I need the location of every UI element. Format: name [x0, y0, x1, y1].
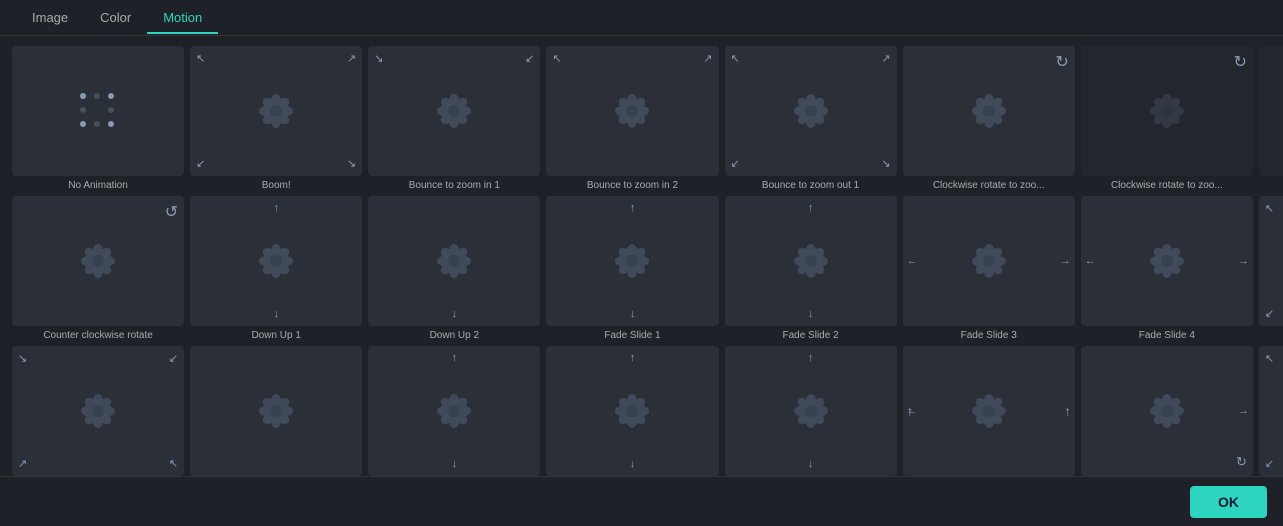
animation-item-boom[interactable]: ↖↗↙↘ Boom!	[190, 46, 362, 190]
animation-item-cw-rotate-zoo-2[interactable]: ↻ Clockwise rotate to zoo...	[1081, 46, 1253, 190]
animation-item-down-up-2[interactable]: ↓ Down Up 2	[368, 196, 540, 340]
animation-label: Clockwise rotate to zoo...	[1081, 180, 1253, 190]
animation-item-fade-slide-1[interactable]: ↑↓ Fade Slide 1	[546, 196, 718, 340]
animation-label: Fade Slide 3	[903, 330, 1075, 340]
tabs-bar: Image Color Motion	[0, 0, 1283, 36]
animation-item-grow-shrink[interactable]: ↖↗↙↘ Grow Shrink	[1259, 346, 1283, 476]
animation-item-cw-rotate-zoo-1[interactable]: ↻ Clockwise rotate to zoo...	[903, 46, 1075, 190]
animation-item-flip-up2[interactable]: ←↑↑ Flip Up2	[903, 346, 1075, 476]
tab-image[interactable]: Image	[16, 2, 84, 33]
animation-item-fade-slide-3[interactable]: ←→ Fade Slide 3	[903, 196, 1075, 340]
animation-item-bounce-zoom-out-1[interactable]: ↖↗↙↘ Bounce to zoom out 1	[725, 46, 897, 190]
animation-label: No Animation	[12, 180, 184, 190]
animation-label: Bounce to zoom out 1	[725, 180, 897, 190]
animation-label: Fade Zoom In	[1259, 330, 1283, 340]
animation-item-fade-slide-2[interactable]: ↑↓ Fade Slide 2	[725, 196, 897, 340]
animation-item-fade2[interactable]: Fade2	[190, 346, 362, 476]
animation-label: Down Up 2	[368, 330, 540, 340]
animation-label: Clockwise rotate to zoo...	[903, 180, 1075, 190]
animation-label: Fade Slide 2	[725, 330, 897, 340]
animation-item-down-up-1[interactable]: ↑↓ Down Up 1	[190, 196, 362, 340]
bottom-bar: OK	[0, 476, 1283, 526]
animation-item-bounce-zoom-in-1[interactable]: ↘↙ Bounce to zoom in 1	[368, 46, 540, 190]
animation-label: Bounce to zoom in 1	[368, 180, 540, 190]
animation-item-fade-zoom-out[interactable]: ↘↙↗↖ Fade Zoom Out	[12, 346, 184, 476]
animation-item-fly-zoom-in[interactable]: →↻ Fly to zoom in	[1081, 346, 1253, 476]
ok-button[interactable]: OK	[1190, 486, 1267, 518]
animation-item-fade-zoom-in[interactable]: ↖↗↙↘ Fade Zoom In	[1259, 196, 1283, 340]
animation-item-flip-down1[interactable]: ↑↓ Flip Down1	[368, 346, 540, 476]
animation-item-no-animation[interactable]: No Animation	[12, 46, 184, 190]
animation-label: Counter clockwise rotate	[12, 330, 184, 340]
animation-label: Bounce to zoom in 2	[546, 180, 718, 190]
animation-label: Down Up 1	[190, 330, 362, 340]
animation-label: Boom!	[190, 180, 362, 190]
animation-item-bounce-zoom-in-2[interactable]: ↖↗ Bounce to zoom in 2	[546, 46, 718, 190]
animation-grid: No Animation ↖↗↙↘ Boom! ↘↙ Bounce to zoo…	[12, 46, 1271, 476]
tab-motion[interactable]: Motion	[147, 2, 218, 33]
animation-item-ccw-rotate[interactable]: ↺ Counter clockwise rotate	[12, 196, 184, 340]
animation-item-flip-up1[interactable]: ↑↓ Flip Up1	[725, 346, 897, 476]
animation-label: Clockwise rotate	[1259, 180, 1283, 190]
animation-label: Fade Slide 1	[546, 330, 718, 340]
animation-item-fade-slide-4[interactable]: ←→ Fade Slide 4	[1081, 196, 1253, 340]
animation-label: Fade Slide 4	[1081, 330, 1253, 340]
tab-color[interactable]: Color	[84, 2, 147, 33]
animation-item-flip-down2[interactable]: ↑↓ Flip Down2	[546, 346, 718, 476]
animation-grid-container: No Animation ↖↗↙↘ Boom! ↘↙ Bounce to zoo…	[0, 36, 1283, 476]
animation-item-cw-rotate[interactable]: ↻ Clockwise rotate	[1259, 46, 1283, 190]
